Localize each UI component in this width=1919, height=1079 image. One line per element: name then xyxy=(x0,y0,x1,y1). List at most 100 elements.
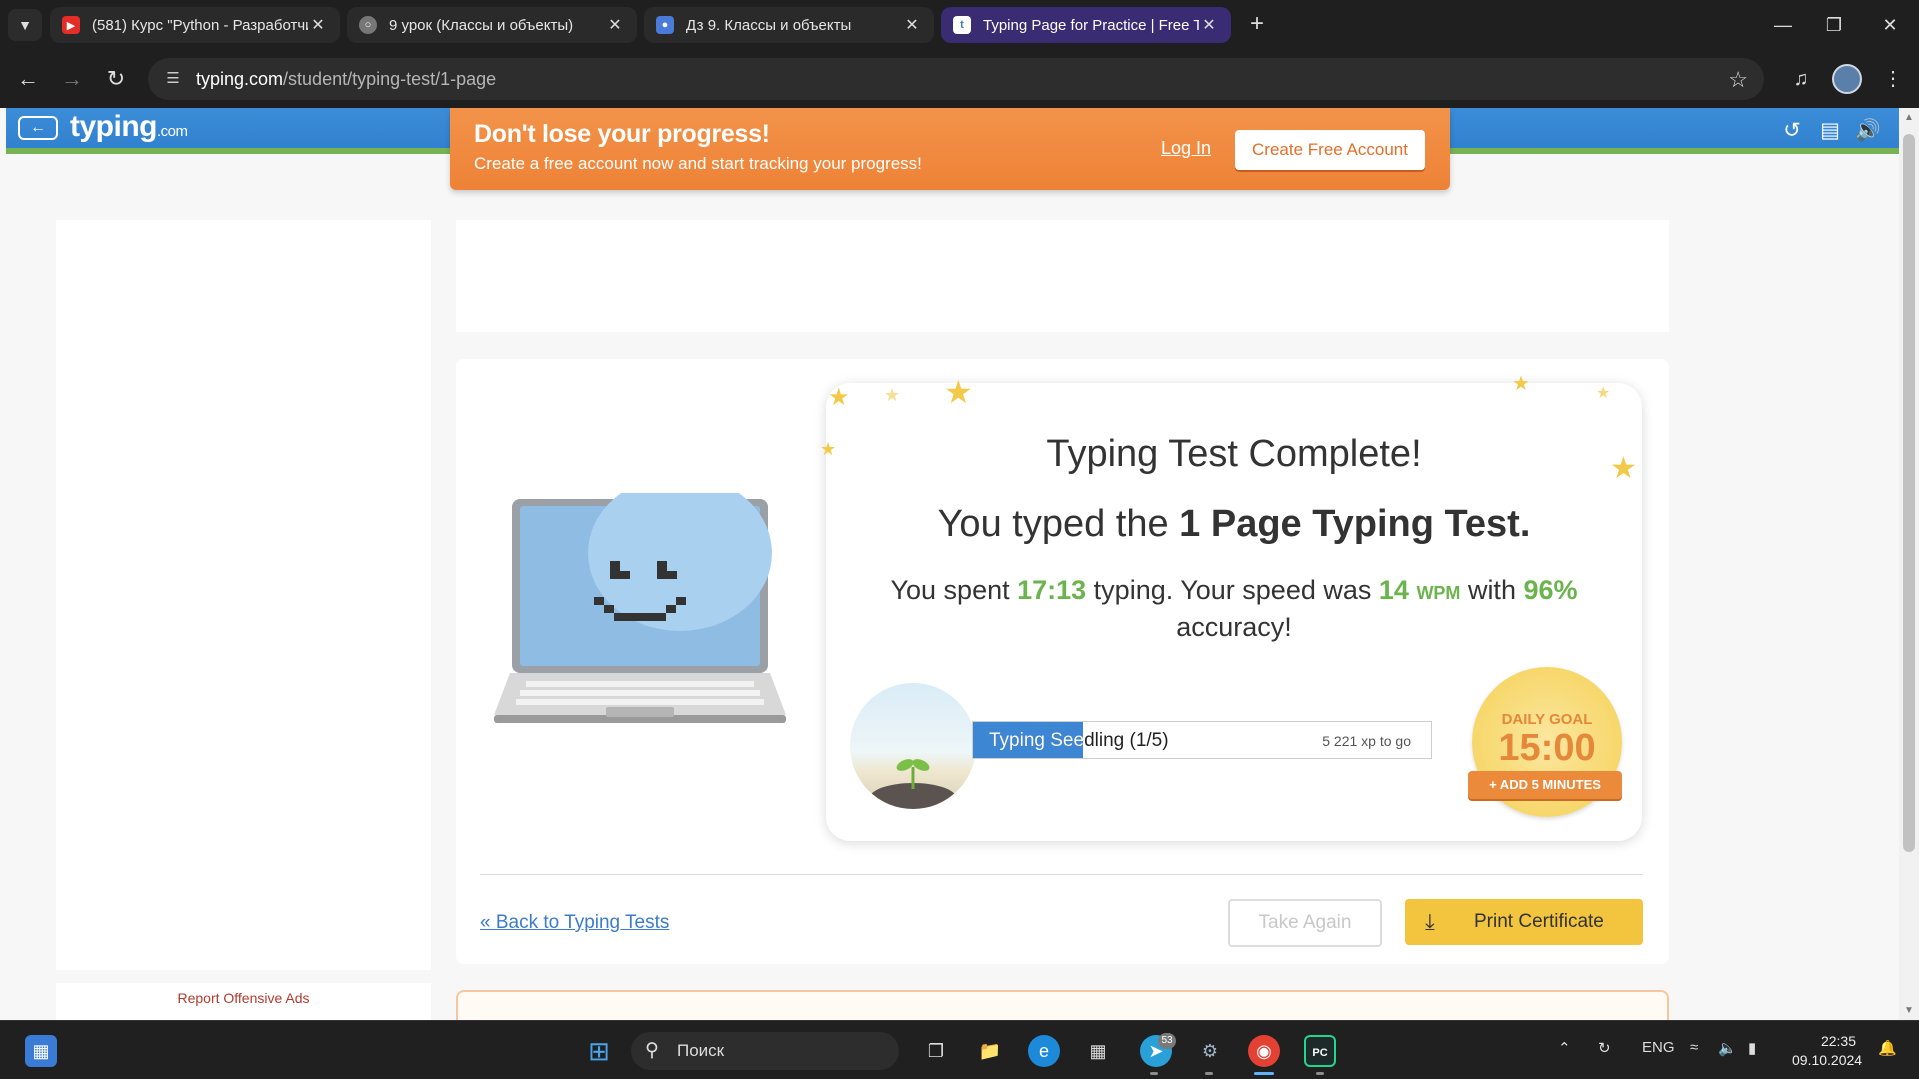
minimize-icon[interactable]: — xyxy=(1763,10,1803,40)
sound-icon[interactable]: 🔊 xyxy=(1854,117,1882,145)
globe-icon: ○ xyxy=(359,16,377,34)
active-app-indicator xyxy=(1254,1072,1274,1075)
file-explorer-icon[interactable]: 📁 xyxy=(974,1035,1006,1067)
star-decoration-icon: ★ xyxy=(884,385,901,405)
taskbar-search[interactable]: ⚲ Поиск xyxy=(631,1032,899,1070)
wpm-value: 14 xyxy=(1378,575,1409,605)
signup-promo-banner: Don't lose your progress! Create a free … xyxy=(450,108,1450,190)
close-tab-icon[interactable]: ✕ xyxy=(308,15,328,35)
store-icon[interactable]: ▦ xyxy=(1082,1035,1114,1067)
back-arrow-icon[interactable]: ← xyxy=(12,63,44,95)
add-5-minutes-button[interactable]: + ADD 5 MINUTES xyxy=(1468,771,1622,799)
notifications-bell-icon[interactable]: 🔔 xyxy=(1878,1039,1897,1057)
language-indicator[interactable]: ENG xyxy=(1642,1039,1675,1056)
task-view-icon[interactable]: ❐ xyxy=(920,1035,952,1067)
tab-typing-test[interactable]: t Typing Page for Practice | Free Typing… xyxy=(941,7,1231,43)
running-indicator xyxy=(1205,1072,1213,1075)
promo-subtitle: Create a free account now and start trac… xyxy=(474,154,922,173)
results-card: ★ ★ ★ ★ ★ ★ ★ Typing Test Complete! You … xyxy=(456,359,1669,964)
close-window-icon[interactable]: ✕ xyxy=(1870,10,1910,40)
close-tab-icon[interactable]: ✕ xyxy=(1199,15,1219,35)
tab-lesson-9[interactable]: ○ 9 урок (Классы и объекты) ✕ xyxy=(347,7,637,43)
tab-title: (581) Курс "Python - Разработчик" xyxy=(92,16,308,34)
classroom-icon: ● xyxy=(656,16,674,34)
browser-tab-bar: ▼ ▶ (581) Курс "Python - Разработчик" ✕ … xyxy=(0,0,1919,50)
back-to-typing-tests-link[interactable]: « Back to Typing Tests xyxy=(480,912,669,934)
restore-icon[interactable]: ❐ xyxy=(1814,10,1854,40)
windows-start-icon[interactable]: ⊞ xyxy=(583,1035,615,1067)
media-controls-icon[interactable]: ♫ xyxy=(1786,64,1816,94)
accuracy-value: 96% xyxy=(1523,575,1578,605)
page-scrollbar[interactable]: ▲ ▼ xyxy=(1899,108,1919,1020)
left-ad-slot xyxy=(56,220,431,970)
clock-time: 22:35 xyxy=(1820,1033,1856,1049)
edge-icon[interactable]: e xyxy=(1028,1035,1060,1067)
seedling-badge xyxy=(850,683,976,809)
profile-avatar[interactable] xyxy=(1832,64,1862,94)
smiling-laptop-illustration xyxy=(494,493,786,723)
typing-icon: t xyxy=(953,16,971,34)
close-tab-icon[interactable]: ✕ xyxy=(605,15,625,35)
clock-date: 09.10.2024 xyxy=(1792,1052,1863,1068)
forward-arrow-icon[interactable]: → xyxy=(56,63,88,95)
windows-taskbar: ▦ ⊞ ⚲ Поиск ❐ 📁 e ▦ ➤ 53 ⚙ ◉ PC ⌃ ↻ ENG … xyxy=(0,1020,1919,1079)
taskbar-clock[interactable]: 22:35 09.10.2024 xyxy=(1792,1032,1863,1070)
telegram-unread-badge: 53 xyxy=(1158,1033,1176,1049)
search-placeholder: Поиск xyxy=(677,1041,725,1060)
tray-chevron-icon[interactable]: ⌃ xyxy=(1558,1039,1571,1057)
level-progress-bar: Typing Seedling (1/5) Typing Seedling (1… xyxy=(972,721,1432,759)
login-link[interactable]: Log In xyxy=(1161,138,1211,159)
scroll-down-icon[interactable]: ▼ xyxy=(1899,1005,1919,1016)
daily-goal-time: 15:00 xyxy=(1498,727,1596,769)
page-viewport: ← typing.com ↺ ▤ 🔊 Don't lose your progr… xyxy=(0,108,1899,1020)
bookmark-star-icon[interactable]: ☆ xyxy=(1728,67,1748,93)
close-tab-icon[interactable]: ✕ xyxy=(902,15,922,35)
test-name: 1 Page Typing Test. xyxy=(1179,503,1531,545)
star-decoration-icon: ★ xyxy=(828,384,850,411)
tab-search-dropdown-icon[interactable]: ▼ xyxy=(8,9,42,41)
site-settings-icon[interactable]: ☰ xyxy=(162,68,184,90)
browser-toolbar: ← → ↻ ☰ typing.com/student/typing-test/1… xyxy=(0,50,1919,108)
report-ads-link[interactable]: Report Offensive Ads xyxy=(56,983,431,1020)
settings-gear-icon[interactable]: ⚙ xyxy=(1194,1035,1226,1067)
chrome-icon[interactable]: ◉ xyxy=(1248,1035,1280,1067)
search-icon: ⚲ xyxy=(645,1040,659,1061)
back-button[interactable]: ← xyxy=(18,116,58,140)
wifi-icon[interactable]: ≈ xyxy=(1690,1039,1698,1056)
tab-youtube-course[interactable]: ▶ (581) Курс "Python - Разработчик" ✕ xyxy=(50,7,340,43)
bottom-notice-box xyxy=(456,990,1669,1020)
time-spent: 17:13 xyxy=(1017,575,1087,605)
browser-menu-icon[interactable]: ⋮ xyxy=(1878,64,1908,94)
scroll-up-icon[interactable]: ▲ xyxy=(1899,112,1919,123)
tab-homework-9[interactable]: ● Дз 9. Классы и объекты ✕ xyxy=(644,7,934,43)
address-bar[interactable]: ☰ typing.com/student/typing-test/1-page … xyxy=(148,58,1764,100)
print-certificate-button[interactable]: ⤓ Print Certificate xyxy=(1405,899,1643,945)
take-again-button[interactable]: Take Again xyxy=(1228,899,1382,947)
daily-goal-badge: DAILY GOAL 15:00 + ADD 5 MINUTES xyxy=(1468,667,1622,817)
history-icon[interactable]: ↺ xyxy=(1778,117,1806,145)
sync-icon[interactable]: ↻ xyxy=(1598,1039,1611,1057)
widgets-icon[interactable]: ▦ xyxy=(25,1035,57,1067)
xp-to-go: 5 221 xp to go xyxy=(1322,733,1411,749)
volume-icon[interactable]: 🔈 xyxy=(1718,1039,1737,1057)
result-stats: You spent 17:13 typing. Your speed was 1… xyxy=(890,575,1578,642)
tab-title: Дз 9. Классы и объекты xyxy=(686,16,852,34)
running-indicator xyxy=(1316,1072,1324,1075)
site-logo[interactable]: typing.com xyxy=(70,110,188,144)
tab-title: 9 урок (Классы и объекты) xyxy=(389,16,574,34)
reload-icon[interactable]: ↻ xyxy=(100,63,132,95)
new-tab-button[interactable]: + xyxy=(1242,10,1272,40)
top-ad-slot xyxy=(456,220,1669,332)
create-account-button[interactable]: Create Free Account xyxy=(1235,130,1425,170)
download-icon: ⤓ xyxy=(1425,909,1435,934)
pycharm-icon[interactable]: PC xyxy=(1304,1035,1336,1067)
result-test-line: You typed the 1 Page Typing Test. xyxy=(937,503,1531,545)
result-title: Typing Test Complete! xyxy=(1046,433,1422,475)
scrollbar-thumb[interactable] xyxy=(1903,134,1915,852)
seedling-icon xyxy=(869,759,957,809)
chart-toggle-icon[interactable]: ▤ xyxy=(1816,117,1844,145)
url-text[interactable]: typing.com/student/typing-test/1-page xyxy=(196,69,496,90)
star-decoration-icon: ★ xyxy=(944,374,973,410)
battery-icon[interactable]: ▮ xyxy=(1748,1039,1756,1057)
star-decoration-icon: ★ xyxy=(1512,373,1530,395)
